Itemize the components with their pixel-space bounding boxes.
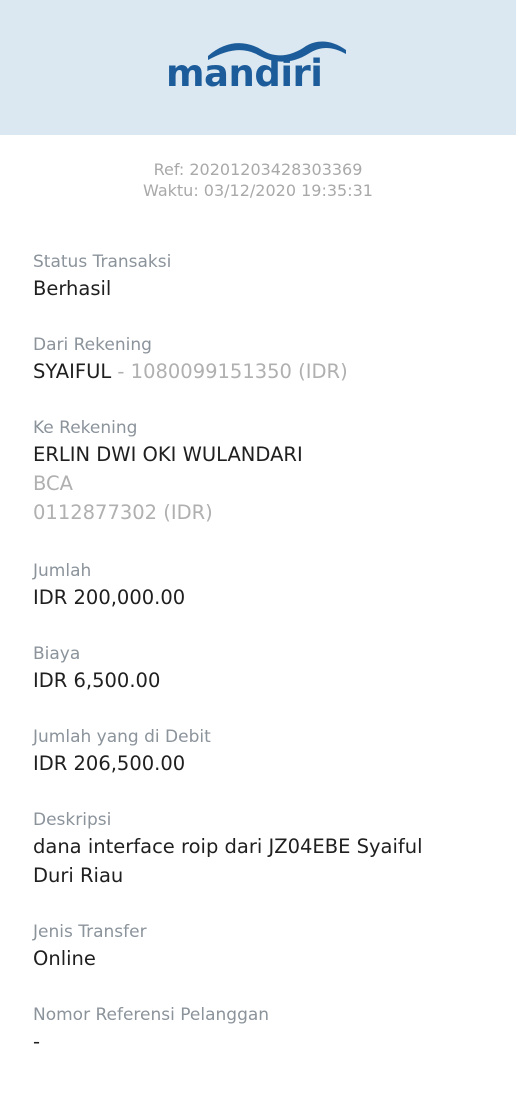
description-label: Deskripsi xyxy=(33,810,112,830)
status-field: Status Transaksi Berhasil xyxy=(33,250,483,303)
debited-value: IDR 206,500.00 xyxy=(33,752,186,775)
to-account-label: Ke Rekening xyxy=(33,418,138,438)
from-account-value: SYAIFUL - 1080099151350 (IDR) xyxy=(33,357,483,386)
transaction-time: Waktu: 03/12/2020 19:35:31 xyxy=(143,181,373,200)
from-account-name: SYAIFUL xyxy=(33,360,112,383)
receipt-header: mandiri xyxy=(0,0,516,135)
debited-label: Jumlah yang di Debit xyxy=(33,727,211,747)
fee-label: Biaya xyxy=(33,644,81,664)
debited-field: Jumlah yang di Debit IDR 206,500.00 xyxy=(33,725,483,778)
transfer-type-label: Jenis Transfer xyxy=(33,922,147,942)
status-value: Berhasil xyxy=(33,277,112,300)
fee-field: Biaya IDR 6,500.00 xyxy=(33,642,483,695)
reference-number: Ref: 20201203428303369 xyxy=(153,160,363,179)
to-account-field: Ke Rekening ERLIN DWI OKI WULANDARI BCA … xyxy=(33,416,483,527)
description-field: Deskripsi dana interface roip dari JZ04E… xyxy=(33,808,483,890)
from-account-field: Dari Rekening SYAIFUL - 1080099151350 (I… xyxy=(33,333,483,386)
amount-value: IDR 200,000.00 xyxy=(33,586,186,609)
from-account-label: Dari Rekening xyxy=(33,335,152,355)
status-label: Status Transaksi xyxy=(33,252,172,272)
description-value: dana interface roip dari JZ04EBE Syaiful… xyxy=(33,835,423,887)
mandiri-logo: mandiri xyxy=(166,40,352,100)
fee-value: IDR 6,500.00 xyxy=(33,669,161,692)
customer-reference-field: Nomor Referensi Pelanggan - xyxy=(33,1003,483,1056)
transfer-type-value: Online xyxy=(33,947,96,970)
amount-field: Jumlah IDR 200,000.00 xyxy=(33,559,483,612)
customer-reference-label: Nomor Referensi Pelanggan xyxy=(33,1005,270,1025)
from-account-number: 1080099151350 (IDR) xyxy=(130,360,348,383)
amount-label: Jumlah xyxy=(33,561,92,581)
customer-reference-value: - xyxy=(33,1030,41,1053)
to-account-bank: BCA xyxy=(33,472,73,495)
brand-wordmark: mandiri xyxy=(166,52,323,95)
transfer-type-field: Jenis Transfer Online xyxy=(33,920,483,973)
to-account-number: 0112877302 (IDR) xyxy=(33,501,213,524)
to-account-name: ERLIN DWI OKI WULANDARI xyxy=(33,443,303,466)
from-account-separator: - xyxy=(111,360,131,383)
